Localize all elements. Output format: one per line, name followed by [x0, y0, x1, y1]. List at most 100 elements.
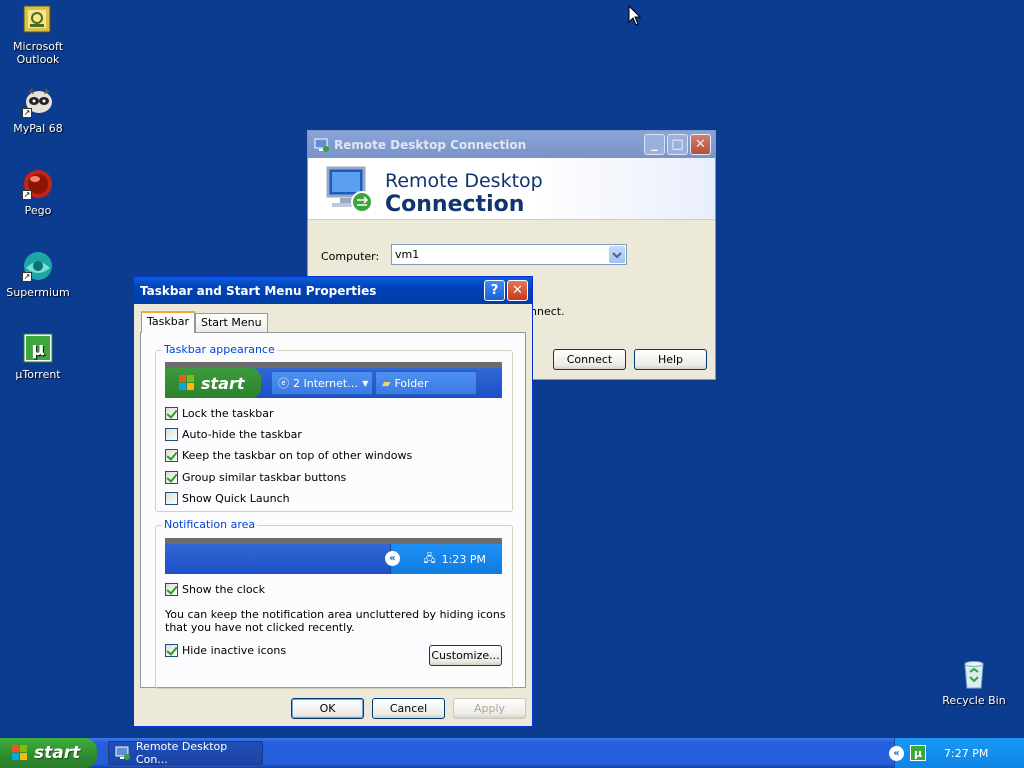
show-hidden-icons-button[interactable]: « [889, 745, 904, 761]
taskbar-appearance-legend: Taskbar appearance [162, 343, 277, 356]
close-button[interactable]: ✕ [507, 280, 528, 301]
lock-taskbar-checkbox[interactable]: Lock the taskbar [165, 407, 274, 420]
preview-folder-button: ▰ Folder [375, 371, 477, 395]
connect-button[interactable]: Connect [553, 349, 626, 370]
checkbox-label: Show the clock [182, 583, 265, 596]
tab-start-menu[interactable]: Start Menu [195, 313, 268, 333]
computer-monitor-icon [326, 166, 373, 213]
svg-text:µ: µ [31, 339, 44, 360]
mouse-pointer-icon [628, 5, 642, 26]
desktop-icon-recycle-bin[interactable]: Recycle Bin [936, 658, 1012, 707]
customize-button[interactable]: Customize... [429, 645, 502, 666]
apply-button[interactable]: Apply [453, 698, 526, 719]
tbp-title: Taskbar and Start Menu Properties [140, 283, 377, 298]
tab-taskbar[interactable]: Taskbar [141, 311, 195, 333]
checkbox-label: Hide inactive icons [182, 644, 287, 657]
checkbox-box [165, 471, 178, 484]
preview-internet-button: ⓔ 2 Internet… ▼ [271, 371, 373, 395]
desktop-icon-pego[interactable]: ↗ Pego [0, 168, 76, 217]
checkbox-box [165, 492, 178, 505]
keep-on-top-checkbox[interactable]: Keep the taskbar on top of other windows [165, 449, 412, 462]
computer-combobox[interactable]: vm1 [391, 244, 627, 265]
checkbox-box [165, 428, 178, 441]
desktop-icon-label: Pego [24, 204, 52, 217]
question-icon: ? [490, 283, 499, 298]
desktop: Microsoft Outlook ↗ MyPal 68 ↗ Pego ↗ Su… [0, 0, 1024, 738]
checkbox-box [165, 407, 178, 420]
rdc-titlebar[interactable]: Remote Desktop Connection _ □ ✕ [308, 131, 715, 158]
close-button[interactable]: ✕ [690, 134, 711, 155]
notif-time: 1:23 PM [441, 552, 486, 566]
checkbox-label: Auto-hide the taskbar [182, 428, 302, 441]
group-buttons-checkbox[interactable]: Group similar taskbar buttons [165, 471, 346, 484]
start-button[interactable]: start [0, 738, 97, 768]
quick-launch-checkbox[interactable]: Show Quick Launch [165, 492, 290, 505]
cancel-button[interactable]: Cancel [372, 698, 445, 719]
dropdown-arrow-button[interactable] [609, 246, 625, 263]
notification-preview: « 🖧 1:23 PM [165, 538, 502, 574]
ok-button[interactable]: OK [291, 698, 364, 719]
pego-icon: ↗ [22, 168, 54, 200]
checkbox-label: Lock the taskbar [182, 407, 274, 420]
internet-explorer-icon: ⓔ [278, 377, 289, 390]
tab-strip: Taskbar Start Menu [141, 311, 268, 333]
taskbar-preview: start ⓔ 2 Internet… ▼ ▰ Folder [165, 362, 502, 398]
caret-down-icon: ▼ [362, 378, 369, 388]
preview-start-label: start [201, 373, 245, 393]
taskbar-item-remote-desktop[interactable]: Remote Desktop Con... [108, 740, 263, 766]
preview-start-button: start [165, 368, 261, 398]
network-icon: 🖧 [423, 551, 436, 565]
shortcut-arrow-icon: ↗ [22, 190, 32, 200]
start-label: start [34, 743, 81, 763]
utorrent-tray-icon[interactable]: µ [910, 745, 926, 761]
checkbox-label: Keep the taskbar on top of other windows [182, 449, 413, 462]
maximize-button[interactable]: □ [667, 134, 688, 155]
checkbox-label: Show Quick Launch [182, 492, 290, 505]
notif-tray: « 🖧 1:23 PM [385, 544, 502, 574]
desktop-icon-utorrent[interactable]: µ µTorrent [0, 332, 76, 381]
outlook-icon [22, 4, 54, 36]
folder-icon: ▰ [382, 376, 391, 390]
preview-button1-label: 2 Internet… [293, 376, 359, 390]
maximize-icon: □ [671, 137, 684, 152]
notification-area-legend: Notification area [162, 518, 258, 531]
utorrent-icon: µ [22, 332, 54, 364]
minimize-icon: _ [651, 137, 658, 152]
desktop-icon-label: Supermium [6, 286, 70, 299]
desktop-icon-outlook[interactable]: Microsoft Outlook [0, 4, 76, 66]
chevron-down-icon [612, 252, 622, 259]
help-title-button[interactable]: ? [484, 280, 505, 301]
computer-value: vm1 [395, 248, 420, 261]
desktop-icon-label: Recycle Bin [942, 694, 1006, 707]
checkbox-label: Group similar taskbar buttons [182, 471, 347, 484]
taskbar-item-label: Remote Desktop Con... [135, 740, 228, 766]
close-icon: ✕ [695, 137, 706, 152]
show-clock-checkbox[interactable]: Show the clock [165, 583, 265, 596]
taskbar: start Remote Desktop Con... « µ 7:27 PM [0, 738, 1024, 768]
taskbar-properties-dialog: Taskbar and Start Menu Properties ? ✕ Ta… [133, 276, 533, 727]
rdc-banner-line2: Connection [385, 192, 525, 217]
rdc-banner-line1: Remote Desktop [385, 170, 543, 192]
desktop-icon-label: Microsoft Outlook [12, 40, 64, 66]
desktop-icon-supermium[interactable]: ↗ Supermium [0, 250, 76, 299]
system-tray: « µ 7:27 PM [889, 738, 1024, 768]
rdc-banner: Remote Desktop Connection [308, 158, 715, 220]
clock[interactable]: 7:27 PM [944, 747, 988, 760]
preview-button2-label: Folder [394, 376, 429, 390]
shortcut-arrow-icon: ↗ [22, 272, 32, 282]
supermium-icon: ↗ [22, 250, 54, 282]
checkbox-box [165, 644, 178, 657]
desktop-icon-label: MyPal 68 [13, 122, 63, 135]
computer-label: Computer: [321, 250, 380, 263]
rdc-title: Remote Desktop Connection [334, 137, 527, 152]
minimize-button[interactable]: _ [644, 134, 665, 155]
rdc-app-icon [314, 138, 329, 152]
hide-inactive-checkbox[interactable]: Hide inactive icons [165, 644, 286, 657]
checkbox-box [165, 449, 178, 462]
help-button[interactable]: Help [634, 349, 707, 370]
tbp-titlebar[interactable]: Taskbar and Start Menu Properties ? ✕ [134, 277, 532, 304]
desktop-icon-mypal[interactable]: ↗ MyPal 68 [0, 86, 76, 135]
auto-hide-checkbox[interactable]: Auto-hide the taskbar [165, 428, 302, 441]
recycle-bin-icon [958, 658, 990, 690]
mypal-icon: ↗ [22, 86, 54, 118]
